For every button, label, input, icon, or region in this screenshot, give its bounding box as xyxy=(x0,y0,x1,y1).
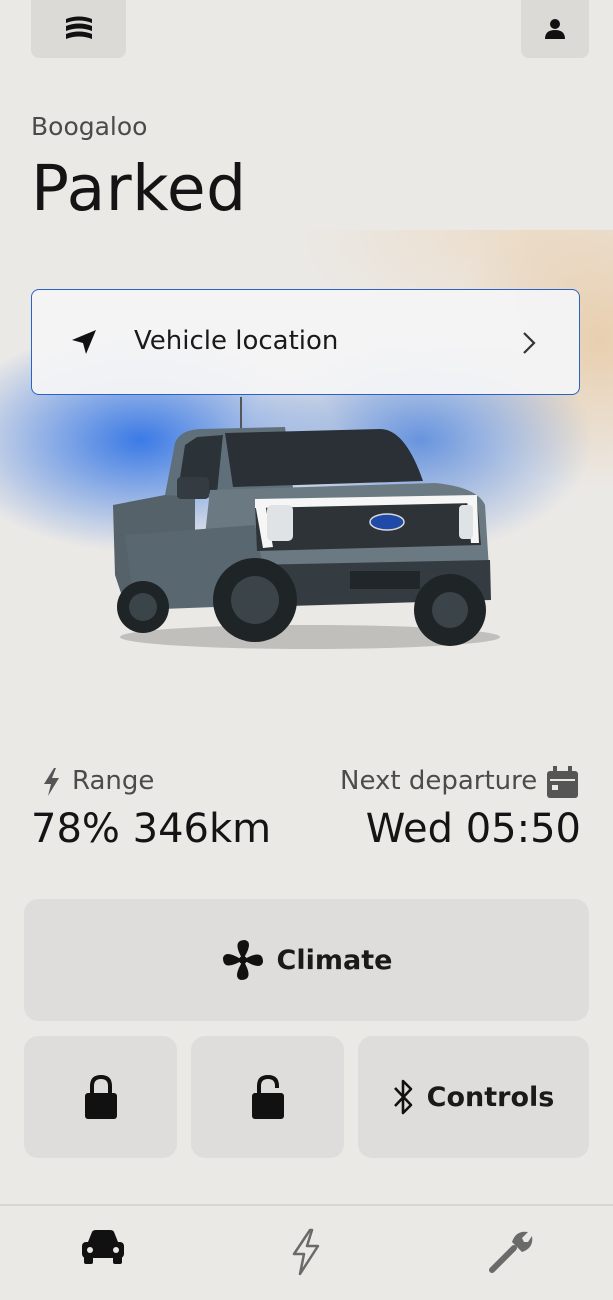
unlock-button[interactable] xyxy=(191,1036,344,1158)
lock-button[interactable] xyxy=(24,1036,177,1158)
range-label: Range xyxy=(72,766,155,796)
controls-label: Controls xyxy=(426,1081,555,1113)
vehicle-image xyxy=(113,427,500,649)
account-button[interactable] xyxy=(521,0,589,58)
car-icon[interactable] xyxy=(80,1228,126,1268)
range-value: 78% 346km xyxy=(31,806,272,852)
chevron-right-icon xyxy=(523,332,536,354)
stack-menu-icon xyxy=(65,16,92,39)
calendar-icon xyxy=(547,766,578,798)
location-arrow-icon xyxy=(72,330,96,354)
vehicle-name: Boogaloo xyxy=(31,112,148,141)
bottom-nav-divider xyxy=(0,1204,613,1206)
lightning-icon xyxy=(44,768,59,796)
vehicle-location-card[interactable]: Vehicle location xyxy=(31,289,580,395)
wrench-icon[interactable] xyxy=(488,1228,534,1274)
next-departure-label: Next departure xyxy=(340,766,538,796)
menu-button[interactable] xyxy=(31,0,126,58)
user-icon xyxy=(545,19,565,39)
fan-icon xyxy=(222,940,263,980)
climate-button[interactable]: Climate xyxy=(24,899,589,1021)
vehicle-location-label: Vehicle location xyxy=(134,326,339,356)
vehicle-status: Parked xyxy=(31,152,247,225)
next-departure-value: Wed 05:50 xyxy=(365,806,581,852)
lock-icon xyxy=(84,1075,117,1119)
lightning-icon[interactable] xyxy=(288,1228,324,1276)
climate-label: Climate xyxy=(276,944,393,976)
unlock-icon xyxy=(251,1075,284,1119)
controls-button[interactable]: Controls xyxy=(358,1036,589,1158)
bluetooth-icon xyxy=(393,1079,412,1115)
